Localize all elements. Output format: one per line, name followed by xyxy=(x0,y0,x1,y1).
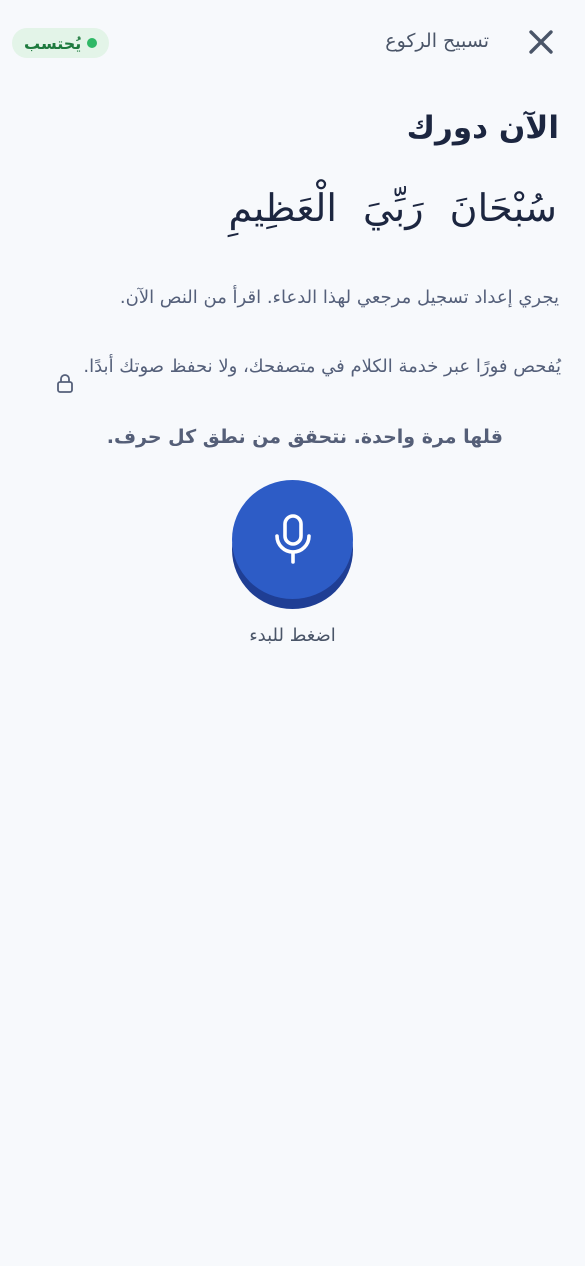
record-button[interactable] xyxy=(232,480,353,599)
once-note: قلها مرة واحدة. نتحقق من نطق كل حرف. xyxy=(106,426,503,448)
status-badge: يُحتسب xyxy=(12,28,110,58)
privacy-note: يُفحص فورًا عبر خدمة الكلام في متصفحك، و… xyxy=(20,352,561,394)
status-dot xyxy=(87,38,98,48)
top-bar: تسبيح الركوع يُحتسب xyxy=(0,22,585,62)
lock-icon xyxy=(55,372,75,394)
page-heading: الآن دورك xyxy=(406,110,559,146)
status-badge-label: يُحتسب xyxy=(24,33,82,53)
privacy-text: يُفحص فورًا عبر خدمة الكلام في متصفحك، و… xyxy=(83,356,561,377)
screen-title: تسبيح الركوع xyxy=(385,30,489,52)
close-button[interactable] xyxy=(527,28,555,56)
instruction-text: يجري إعداد تسجيل مرجعي لهذا الدعاء. اقرأ… xyxy=(119,287,559,308)
record-button-wrapper xyxy=(232,480,353,610)
recitation-screen: تسبيح الركوع يُحتسب الآن دورك سُبْحَانَ … xyxy=(0,0,585,1266)
microphone-icon xyxy=(270,513,316,566)
dua-text: سُبْحَانَ رَبِّيَ الْعَظِيمِ xyxy=(228,186,557,230)
record-button-label: اضغط للبدء xyxy=(249,625,336,646)
close-icon xyxy=(527,28,555,56)
